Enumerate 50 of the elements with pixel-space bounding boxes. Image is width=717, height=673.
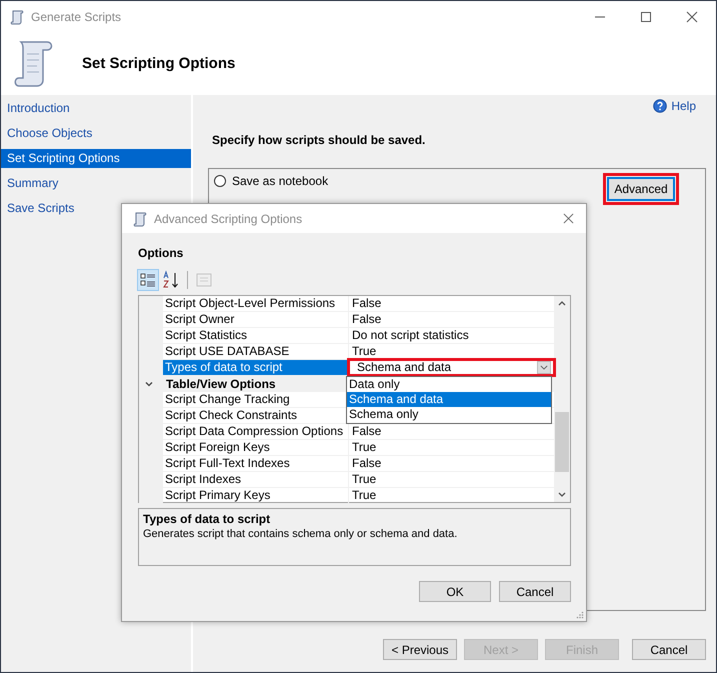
- sidebar-item[interactable]: Choose Objects: [1, 124, 191, 143]
- property-value: False: [351, 312, 382, 327]
- sidebar-item[interactable]: Set Scripting Options: [1, 149, 191, 168]
- dialog-title: Advanced Scripting Options: [154, 212, 302, 226]
- sidebar-item[interactable]: Summary: [1, 174, 191, 193]
- notebook-radio[interactable]: Save as notebook: [214, 174, 328, 188]
- property-name[interactable]: Types of data to script: [163, 360, 349, 375]
- section-label: Options: [138, 246, 184, 260]
- wizard-button[interactable]: < Previous: [383, 639, 457, 660]
- instruction-text: Specify how scripts should be saved.: [212, 133, 426, 147]
- property-value: False: [351, 296, 382, 311]
- help-link[interactable]: Help: [671, 99, 696, 113]
- property-name[interactable]: Script Foreign Keys: [163, 440, 349, 455]
- resize-grip-icon[interactable]: [576, 611, 584, 619]
- description-title: Types of data to script: [143, 512, 272, 526]
- property-name[interactable]: Script USE DATABASE: [163, 344, 349, 359]
- scroll-icon: [9, 8, 25, 24]
- property-value: False: [351, 456, 382, 471]
- advanced-button[interactable]: Advanced: [607, 177, 675, 201]
- close-icon[interactable]: [686, 10, 698, 22]
- dropdown-option[interactable]: Data only: [347, 377, 551, 392]
- property-value: True: [351, 440, 378, 455]
- property-name[interactable]: Script Owner: [163, 312, 349, 327]
- property-value: True: [351, 472, 378, 487]
- page-heading: Set Scripting Options: [82, 55, 236, 72]
- categorized-icon[interactable]: [138, 270, 158, 290]
- dropdown-option[interactable]: Schema and data: [347, 392, 551, 407]
- wizard-button[interactable]: Cancel: [632, 639, 706, 660]
- description-text: Generates script that contains schema only or schema and data.: [143, 528, 458, 540]
- close-icon[interactable]: [563, 213, 574, 224]
- sidebar-item[interactable]: Introduction: [1, 99, 191, 118]
- window-title: Generate Scripts: [31, 10, 122, 24]
- help-icon[interactable]: [653, 99, 668, 113]
- property-value: Do not script statistics: [351, 328, 470, 343]
- property-value: True: [351, 488, 378, 503]
- dropdown-option[interactable]: Schema only: [347, 407, 551, 422]
- dialog-button[interactable]: OK: [419, 581, 491, 602]
- property-name[interactable]: Script Statistics: [163, 328, 349, 343]
- dialog-button[interactable]: Cancel: [499, 581, 571, 602]
- property-value: False: [351, 424, 382, 439]
- property-name[interactable]: Script Primary Keys: [163, 488, 349, 503]
- maximize-icon[interactable]: [640, 10, 652, 22]
- property-name[interactable]: Script Indexes: [163, 472, 349, 487]
- property-value: True: [351, 344, 378, 359]
- sort-icon[interactable]: [161, 270, 181, 290]
- property-name[interactable]: Script Object-Level Permissions: [163, 296, 349, 311]
- scrollbar[interactable]: [554, 296, 570, 502]
- property-name[interactable]: Script Full-Text Indexes: [163, 456, 349, 471]
- scroll-icon: [132, 210, 148, 226]
- category-label: Table/View Options: [166, 376, 276, 390]
